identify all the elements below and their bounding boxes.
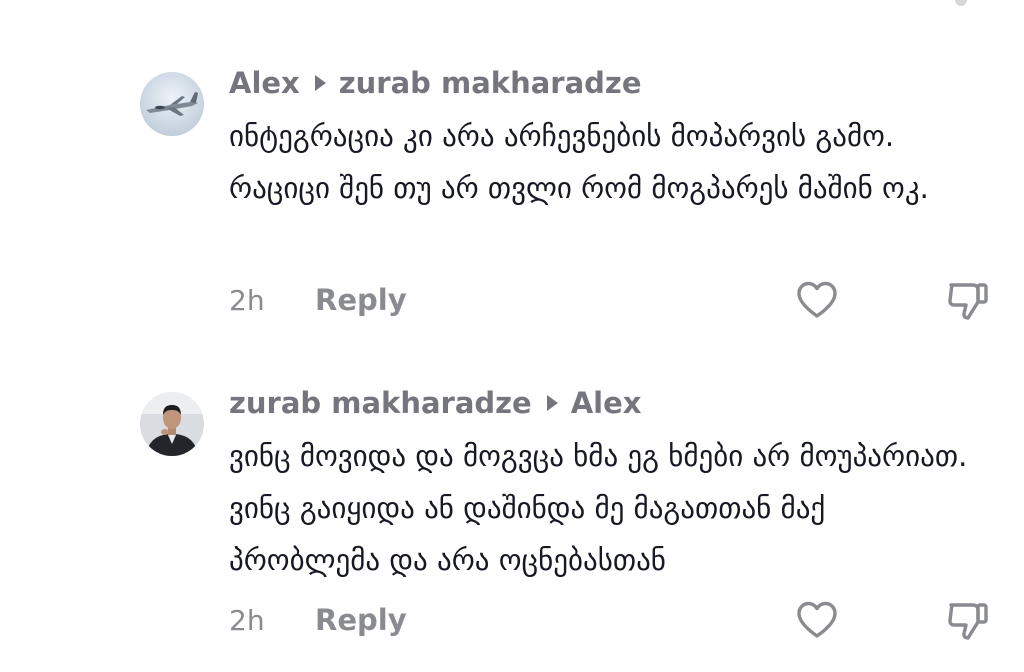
comment-body: zurab makharadze Alex ვინც მოვიდა და მოგ…: [229, 386, 989, 640]
reply-arrow-icon: [314, 75, 326, 91]
heart-outline-icon[interactable]: [793, 596, 841, 644]
reply-to-user[interactable]: Alex: [571, 386, 642, 420]
comment-meta: Alex zurab makharadze: [229, 66, 989, 100]
comment-author[interactable]: zurab makharadze: [229, 386, 532, 420]
comment-text: ინტეგრაცია კი არა არჩევნების მოპარვის გა…: [229, 119, 929, 205]
man-in-suit-avatar-icon: [140, 392, 204, 456]
avatar[interactable]: [140, 72, 204, 136]
avatar[interactable]: [140, 392, 204, 456]
thumbs-down-outline-icon[interactable]: [943, 276, 991, 324]
comment-actions: 2h Reply: [229, 598, 989, 642]
fighter-jet-avatar-icon: [140, 72, 204, 136]
comment-timestamp: 2h: [229, 283, 265, 317]
comment-text: ვინც მოვიდა და მოგვცა ხმა ეგ ხმები არ მო…: [229, 439, 968, 577]
comment-actions: 2h Reply: [229, 278, 989, 322]
comment-timestamp: 2h: [229, 603, 265, 637]
comment-body: Alex zurab makharadze ინტეგრაცია კი არა …: [229, 66, 989, 320]
reply-button[interactable]: Reply: [315, 603, 407, 637]
heart-outline-icon[interactable]: [793, 276, 841, 324]
reply-arrow-icon: [546, 395, 558, 411]
reply-button[interactable]: Reply: [315, 283, 407, 317]
comment-meta: zurab makharadze Alex: [229, 386, 989, 420]
scroll-indicator: [955, 0, 967, 6]
reply-to-user[interactable]: zurab makharadze: [339, 66, 642, 100]
thumbs-down-outline-icon[interactable]: [943, 596, 991, 644]
comment-author[interactable]: Alex: [229, 66, 300, 100]
